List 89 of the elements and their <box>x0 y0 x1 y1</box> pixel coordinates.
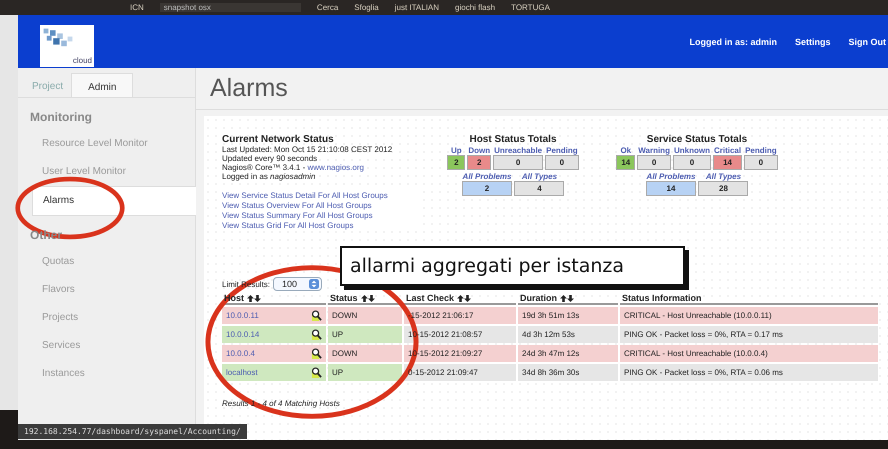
bookmark-link[interactable]: Sfoglia <box>354 3 379 12</box>
count-cell: 0 <box>672 155 711 170</box>
count-cell: 14 <box>712 155 742 170</box>
count-cell: 2 <box>467 155 492 170</box>
user-label: Logged in as: admin <box>689 36 777 46</box>
limit-select[interactable]: 100 <box>273 277 322 291</box>
header-link[interactable]: Settings <box>794 36 830 46</box>
count-cell: 0 <box>545 155 579 170</box>
totals-link[interactable]: Down <box>467 146 492 155</box>
page-title: Alarms <box>196 68 888 110</box>
totals-link[interactable]: Up <box>447 146 466 155</box>
sidebar-tab[interactable]: Admin <box>71 73 134 97</box>
section-heading: Monitoring <box>29 109 93 126</box>
info-text: Last Updated: Mon Oct 15 21:10:08 CEST 2012 <box>222 145 394 154</box>
stepper-icon <box>309 279 320 289</box>
sort-icon[interactable] <box>560 294 574 302</box>
info-text: Logged in as nagiosadmin <box>222 172 316 181</box>
table-cell: UP <box>328 364 402 381</box>
sort-icon[interactable] <box>247 294 261 302</box>
table-cell: UP <box>328 326 402 343</box>
column-header: Status <box>330 293 358 303</box>
bookmark-link[interactable]: giochi flash <box>455 3 496 12</box>
totals-link[interactable]: Critical <box>712 146 742 155</box>
totals-link[interactable]: Pending <box>744 146 778 155</box>
info-text: Nagios® Core™ 3.4.1 - www.nagios.org <box>222 163 365 172</box>
status-link[interactable]: View Status Overview For All Host Groups <box>222 201 372 211</box>
table-cell: PING OK - Packet loss = 0%, RTA = 0.17 ms <box>620 326 878 343</box>
status-link[interactable]: View Service Status Detail For All Host Groups <box>222 191 388 201</box>
totals-title: Service Status Totals <box>646 134 748 145</box>
header-link[interactable]: Sign Out <box>848 36 886 46</box>
count-cell: 14 <box>646 181 696 196</box>
column-header: Duration <box>520 293 557 303</box>
table-cell: CRITICAL - Host Unreachable (10.0.0.4) <box>620 345 878 362</box>
totals-link[interactable]: Ok <box>616 146 636 155</box>
sort-icon[interactable] <box>457 294 472 302</box>
count-cell: 28 <box>698 181 748 196</box>
totals-link[interactable]: Pending <box>545 146 579 155</box>
magnifier-icon[interactable] <box>311 348 322 359</box>
sort-icon[interactable] <box>360 294 375 302</box>
website-link[interactable]: www.nagios.org <box>307 163 364 172</box>
totals-link[interactable]: Warning <box>637 146 671 155</box>
totals-title: Host Status Totals <box>469 134 557 145</box>
count-cell: 0 <box>744 155 778 170</box>
status-bar: 192.168.254.77/dashboard/syspanel/Accounting/ <box>18 424 247 439</box>
table-cell: CRITICAL - Host Unreachable (10.0.0.11) <box>620 307 878 324</box>
status-link[interactable]: View Status Summary For All Host Groups <box>222 211 373 221</box>
magnifier-icon[interactable] <box>311 367 322 378</box>
totals-link[interactable]: Unreachable <box>493 146 544 155</box>
count-cell: 4 <box>514 181 564 196</box>
host-link[interactable]: 10.0.0.4 <box>226 349 255 358</box>
info-text: Updated every 90 seconds <box>222 154 318 163</box>
table-cell: 24d 3h 47m 12s <box>518 345 618 362</box>
table-cell: DOWN <box>328 345 402 362</box>
table-cell: DOWN <box>328 307 402 324</box>
count-cell: 0 <box>493 155 544 170</box>
table-cell: PING OK - Packet loss = 0%, RTA = 0.06 ms <box>620 364 878 381</box>
magnifier-icon[interactable] <box>311 310 322 321</box>
bookmark-link[interactable]: Cerca <box>316 3 338 12</box>
status-link[interactable]: View Status Grid For All Host Groups <box>222 221 354 231</box>
annotation-text: allarmi aggregati per istanza <box>350 255 624 277</box>
column-header: Status Information <box>622 293 702 303</box>
totals-link[interactable]: All Problems <box>462 172 512 181</box>
table-cell: 0-15-2012 21:09:47 <box>404 364 516 381</box>
totals-link[interactable]: Unknown <box>672 146 711 155</box>
count-cell: 2 <box>462 181 512 196</box>
column-header: Last Check <box>406 293 454 303</box>
table-cell: 4d 3h 12m 53s <box>518 326 618 343</box>
count-cell: 0 <box>637 155 671 170</box>
bookmark-link[interactable]: ICN <box>130 3 144 12</box>
bookmark-link[interactable]: just ITALIAN <box>394 3 440 12</box>
results-text: Results 1 - 4 of 4 Matching Hosts <box>222 399 340 408</box>
section-heading: Other <box>29 227 64 244</box>
section-title: Current Network Status <box>222 134 335 145</box>
table-cell: 19d 3h 51m 13s <box>518 307 618 324</box>
totals-link[interactable]: All Problems <box>646 172 696 181</box>
host-link[interactable]: 10.0.0.14 <box>226 330 260 339</box>
host-link[interactable]: 10.0.0.11 <box>226 311 259 320</box>
host-link[interactable]: localhost <box>226 368 258 377</box>
address-field[interactable]: snapshot osx <box>160 3 301 12</box>
bookmark-link[interactable]: TORTUGA <box>511 3 550 12</box>
sidebar-item[interactable]: Alarms <box>32 186 196 216</box>
totals-link[interactable]: All Types <box>514 172 564 181</box>
totals-link[interactable]: All Types <box>698 172 748 181</box>
count-cell: 14 <box>616 155 636 170</box>
table-cell: 34d 8h 36m 30s <box>518 364 618 381</box>
count-cell: 2 <box>447 155 466 170</box>
logo-text: cloud <box>72 56 92 64</box>
logo[interactable]: cloud <box>40 24 94 66</box>
magnifier-icon[interactable] <box>311 329 322 340</box>
